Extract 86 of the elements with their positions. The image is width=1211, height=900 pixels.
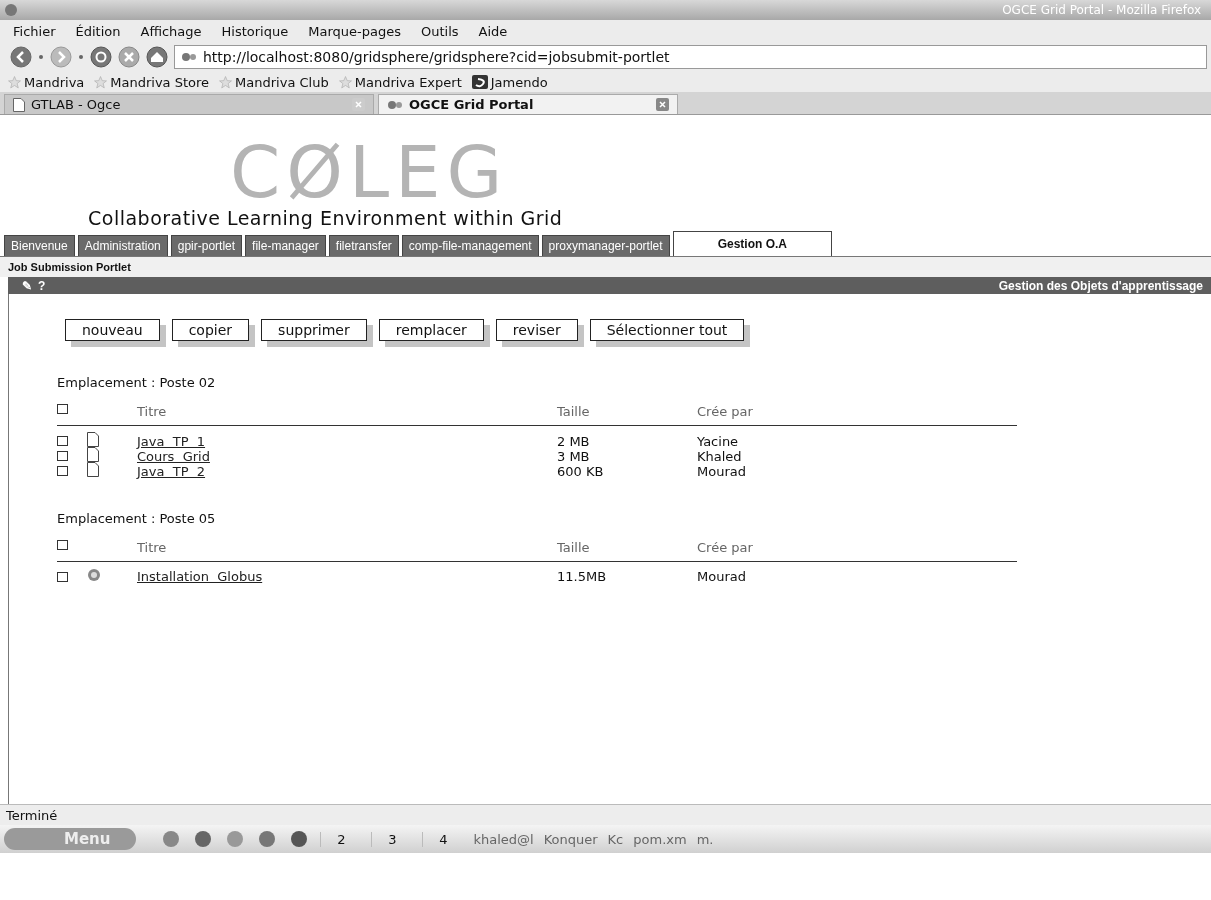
document-icon	[87, 462, 99, 477]
menu-item[interactable]: Aide	[475, 23, 511, 39]
task-button[interactable]: pom.xm	[633, 831, 687, 847]
logo-icon	[471, 75, 488, 89]
dropdown-icon[interactable]	[78, 54, 84, 60]
file-link[interactable]: Java TP 1	[137, 433, 206, 449]
table-cell-text: 3 MB	[557, 448, 591, 464]
portal-tab[interactable]: Bienvenue	[4, 235, 75, 256]
page-icon	[13, 97, 25, 112]
status-text: Terminé	[0, 804, 1211, 825]
app-icon	[4, 3, 18, 17]
site-icon	[181, 51, 197, 63]
column-header: Titre	[137, 404, 168, 419]
back-icon[interactable]	[10, 46, 32, 68]
file-link[interactable]: Cours Grid	[137, 448, 210, 464]
row-checkbox[interactable]	[57, 451, 68, 461]
file-link[interactable]: Installation Globus	[137, 569, 263, 584]
task-button[interactable]: Konquer	[543, 831, 598, 847]
portal-tab[interactable]: gpir-portlet	[170, 235, 243, 256]
column-header: Taille	[557, 404, 591, 419]
portlet-action[interactable]: ?	[38, 278, 46, 293]
close-icon[interactable]	[656, 98, 669, 111]
menu-item[interactable]: Outils	[417, 23, 462, 39]
desktop-switcher[interactable]: 4	[422, 831, 464, 847]
document-icon	[87, 432, 99, 447]
portlet-subtab[interactable]: Job Submission Portlet	[0, 257, 1211, 277]
bookmark[interactable]: Mandriva	[8, 74, 85, 90]
table-cell-text: Khaled	[697, 448, 743, 464]
portal-tab[interactable]: filetransfer	[328, 235, 399, 256]
bookmark[interactable]: Mandriva Store	[94, 74, 210, 90]
document-icon	[87, 447, 99, 462]
star-icon	[8, 75, 21, 89]
address-field[interactable]: http://localhost:8080/gridsphere/gridsphere?cid=jobsubmit-portlet	[174, 45, 1207, 69]
bookmark[interactable]: Mandriva Expert	[338, 74, 462, 90]
portal-tab[interactable]: file-manager	[245, 235, 326, 256]
stop-icon[interactable]	[118, 46, 140, 68]
column-header: Crée par	[697, 540, 754, 555]
column-header: Taille	[557, 540, 591, 555]
portal-tab[interactable]: proxymanager-portlet	[541, 235, 670, 256]
table-cell-text: Yacine	[697, 433, 740, 449]
row-checkbox[interactable]	[57, 466, 68, 476]
row-checkbox[interactable]	[57, 436, 68, 446]
browser-tab[interactable]: OGCE Grid Portal	[378, 94, 678, 114]
reload-icon[interactable]	[90, 46, 112, 68]
globe-icon	[87, 568, 101, 582]
bookmark[interactable]: Jamendo	[471, 74, 548, 90]
site-icon	[387, 98, 403, 111]
row-checkbox[interactable]	[57, 571, 68, 582]
table-cell-text: Mourad	[697, 463, 747, 479]
menu-item[interactable]: Marque-pages	[305, 23, 404, 39]
bookmark[interactable]: Mandriva Club	[219, 74, 329, 90]
menu-item[interactable]: Affichage	[137, 23, 205, 39]
home-icon[interactable]	[146, 46, 168, 68]
dropdown-icon[interactable]	[38, 54, 44, 60]
desktop-switcher[interactable]: 3	[371, 831, 413, 847]
select-all-checkbox[interactable]	[57, 404, 68, 414]
star-icon	[219, 75, 233, 89]
table-cell-text: 11.5MB	[557, 569, 608, 584]
table-cell-text: 600 KB	[557, 463, 605, 479]
star-icon	[338, 75, 352, 89]
task-button[interactable]: Kc	[607, 831, 624, 847]
logo: CØLEG	[230, 137, 509, 207]
window-title: OGCE Grid Portal - Mozilla Firefox	[1002, 3, 1201, 17]
forward-icon[interactable]	[50, 46, 72, 68]
portlet-title: Gestion des Objets d'apprentissage	[998, 278, 1203, 293]
star-icon	[94, 75, 108, 89]
logo-subtitle: Collaborative Learning Environment within Grid	[88, 207, 563, 229]
location-label: Emplacement : Poste 02	[57, 375, 217, 390]
task-button[interactable]: m.	[696, 831, 714, 847]
browser-tab[interactable]: GTLAB - Ogce	[4, 94, 374, 114]
file-link[interactable]: Java TP 2	[137, 463, 206, 479]
task-button[interactable]: khaled@l	[473, 831, 534, 847]
portal-tab[interactable]: Administration	[77, 235, 168, 256]
column-header: Crée par	[697, 404, 754, 419]
select-all-checkbox[interactable]	[57, 540, 68, 550]
portlet-action[interactable]: ✎	[22, 278, 32, 293]
menu-item[interactable]: Édition	[72, 23, 124, 39]
desktop-switcher[interactable]: 2	[320, 831, 362, 847]
portal-tab[interactable]: Gestion O.A	[672, 231, 832, 256]
menu-item[interactable]: Historique	[218, 23, 292, 39]
menu-item[interactable]: Fichier	[10, 23, 59, 39]
portal-tab[interactable]: comp-file-management	[401, 235, 539, 256]
table-cell-text: Mourad	[697, 569, 747, 584]
column-header: Titre	[137, 540, 168, 555]
table-cell-text: 2 MB	[557, 433, 591, 449]
location-label: Emplacement : Poste 05	[57, 511, 217, 526]
